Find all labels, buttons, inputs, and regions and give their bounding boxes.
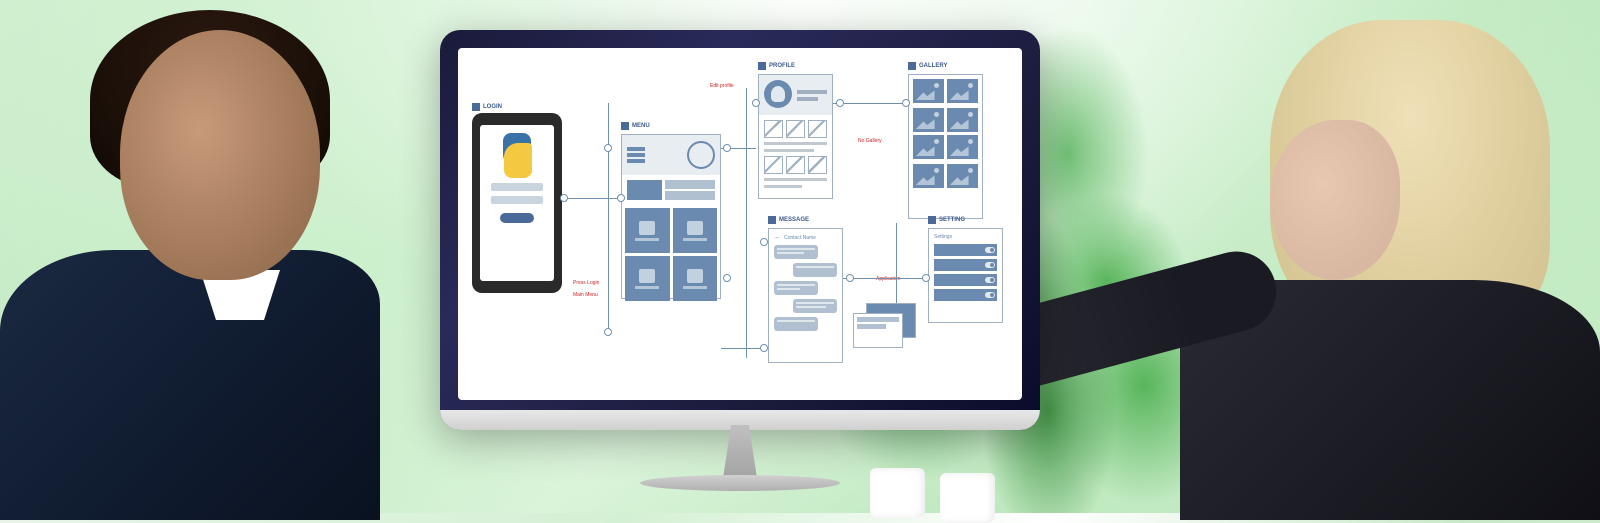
monitor: LOGIN MENU xyxy=(440,30,1040,430)
python-yellow xyxy=(504,143,532,178)
menu-header xyxy=(622,135,720,175)
flow-node-icon xyxy=(836,99,844,107)
menu-bar xyxy=(627,180,662,200)
flow-node-icon xyxy=(560,194,568,202)
avatar-circle-icon xyxy=(687,141,715,169)
flow-node-icon xyxy=(902,99,910,107)
image-thumb-icon xyxy=(786,156,805,174)
gallery-image-icon xyxy=(947,79,978,103)
flow-line xyxy=(896,223,897,303)
chat-bubble xyxy=(793,263,837,277)
menu-grid xyxy=(622,205,720,304)
login-section-label: LOGIN xyxy=(472,103,502,111)
profile-info xyxy=(797,80,827,110)
gallery-image-icon xyxy=(913,135,944,159)
flow-line xyxy=(746,88,747,358)
no-gallery-annotation: No Gallery xyxy=(858,138,882,144)
profile-wireframe xyxy=(758,74,833,199)
burger-icon xyxy=(627,147,645,163)
person-left-suit xyxy=(0,250,380,520)
menu-bars xyxy=(622,175,720,205)
setting-header: Settings xyxy=(934,234,997,240)
menu-tile xyxy=(625,256,670,301)
flow-line xyxy=(843,278,926,279)
message-section-label: MESSAGE xyxy=(768,216,809,224)
gallery-image-icon xyxy=(947,108,978,132)
profile-content xyxy=(759,115,832,193)
press-login-annotation: Press Login xyxy=(573,280,599,286)
profile-header xyxy=(759,75,832,115)
gallery-wireframe xyxy=(908,74,983,219)
person-left-head xyxy=(120,30,320,280)
toggle-icon xyxy=(985,277,995,283)
gallery-section-label: GALLERY xyxy=(908,62,947,70)
setting-wireframe: Settings xyxy=(928,228,1003,323)
flow-node-icon xyxy=(723,144,731,152)
image-thumb-icon xyxy=(808,120,827,138)
message-wireframe: Contact Name xyxy=(768,228,843,363)
menu-tile xyxy=(673,256,718,301)
monitor-base xyxy=(640,475,840,491)
avatar-icon xyxy=(764,80,792,108)
chat-bubble xyxy=(793,299,837,313)
wireframe-content: LOGIN MENU xyxy=(458,48,1022,400)
chat-bubble xyxy=(774,317,818,331)
image-thumb-icon xyxy=(764,120,783,138)
flow-node-icon xyxy=(846,274,854,282)
flow-node-icon xyxy=(723,274,731,282)
toggle-icon xyxy=(985,262,995,268)
setting-section-label: SETTING xyxy=(928,216,965,224)
setting-toggle-row xyxy=(934,289,997,301)
gallery-image-icon xyxy=(947,135,978,159)
flow-line xyxy=(564,198,619,199)
setting-toggle-row xyxy=(934,244,997,256)
mug xyxy=(870,468,925,518)
menu-wireframe xyxy=(621,134,721,299)
login-password-input xyxy=(491,196,543,204)
gallery-image-icon xyxy=(913,79,944,103)
person-right-face xyxy=(1270,120,1400,280)
flow-node-icon xyxy=(760,238,768,246)
setting-toggle-row xyxy=(934,259,997,271)
gallery-image-icon xyxy=(913,164,944,188)
flow-node-icon xyxy=(752,99,760,107)
flow-line xyxy=(608,103,609,333)
python-logo-icon xyxy=(495,133,540,178)
phone-screen xyxy=(480,125,554,281)
menu-section-label: MENU xyxy=(621,122,650,130)
toggle-icon xyxy=(985,292,995,298)
menu-tile xyxy=(625,208,670,253)
phone-mockup xyxy=(472,113,562,293)
setting-toggle-row xyxy=(934,274,997,286)
gallery-image-icon xyxy=(947,164,978,188)
image-thumb-icon xyxy=(764,156,783,174)
person-left xyxy=(0,0,380,513)
message-header: Contact Name xyxy=(774,234,837,241)
gallery-image-icon xyxy=(913,108,944,132)
chat-bubble xyxy=(774,281,818,295)
flow-node-icon xyxy=(604,144,612,152)
flow-node-icon xyxy=(617,194,625,202)
monitor-screen: LOGIN MENU xyxy=(458,48,1022,400)
menu-tile xyxy=(673,208,718,253)
app-card xyxy=(853,313,903,348)
flow-node-icon xyxy=(760,344,768,352)
profile-section-label: PROFILE xyxy=(758,62,795,70)
image-thumb-icon xyxy=(808,156,827,174)
login-button xyxy=(500,213,535,223)
flow-node-icon xyxy=(922,274,930,282)
flow-node-icon xyxy=(604,328,612,336)
edit-profile-annotation: Edit profile xyxy=(710,83,734,89)
chat-bubble xyxy=(774,245,818,259)
login-username-input xyxy=(491,183,543,191)
image-thumb-icon xyxy=(786,120,805,138)
main-menu-annotation: Main Menu xyxy=(573,292,598,298)
mug xyxy=(940,473,995,523)
toggle-icon xyxy=(985,247,995,253)
